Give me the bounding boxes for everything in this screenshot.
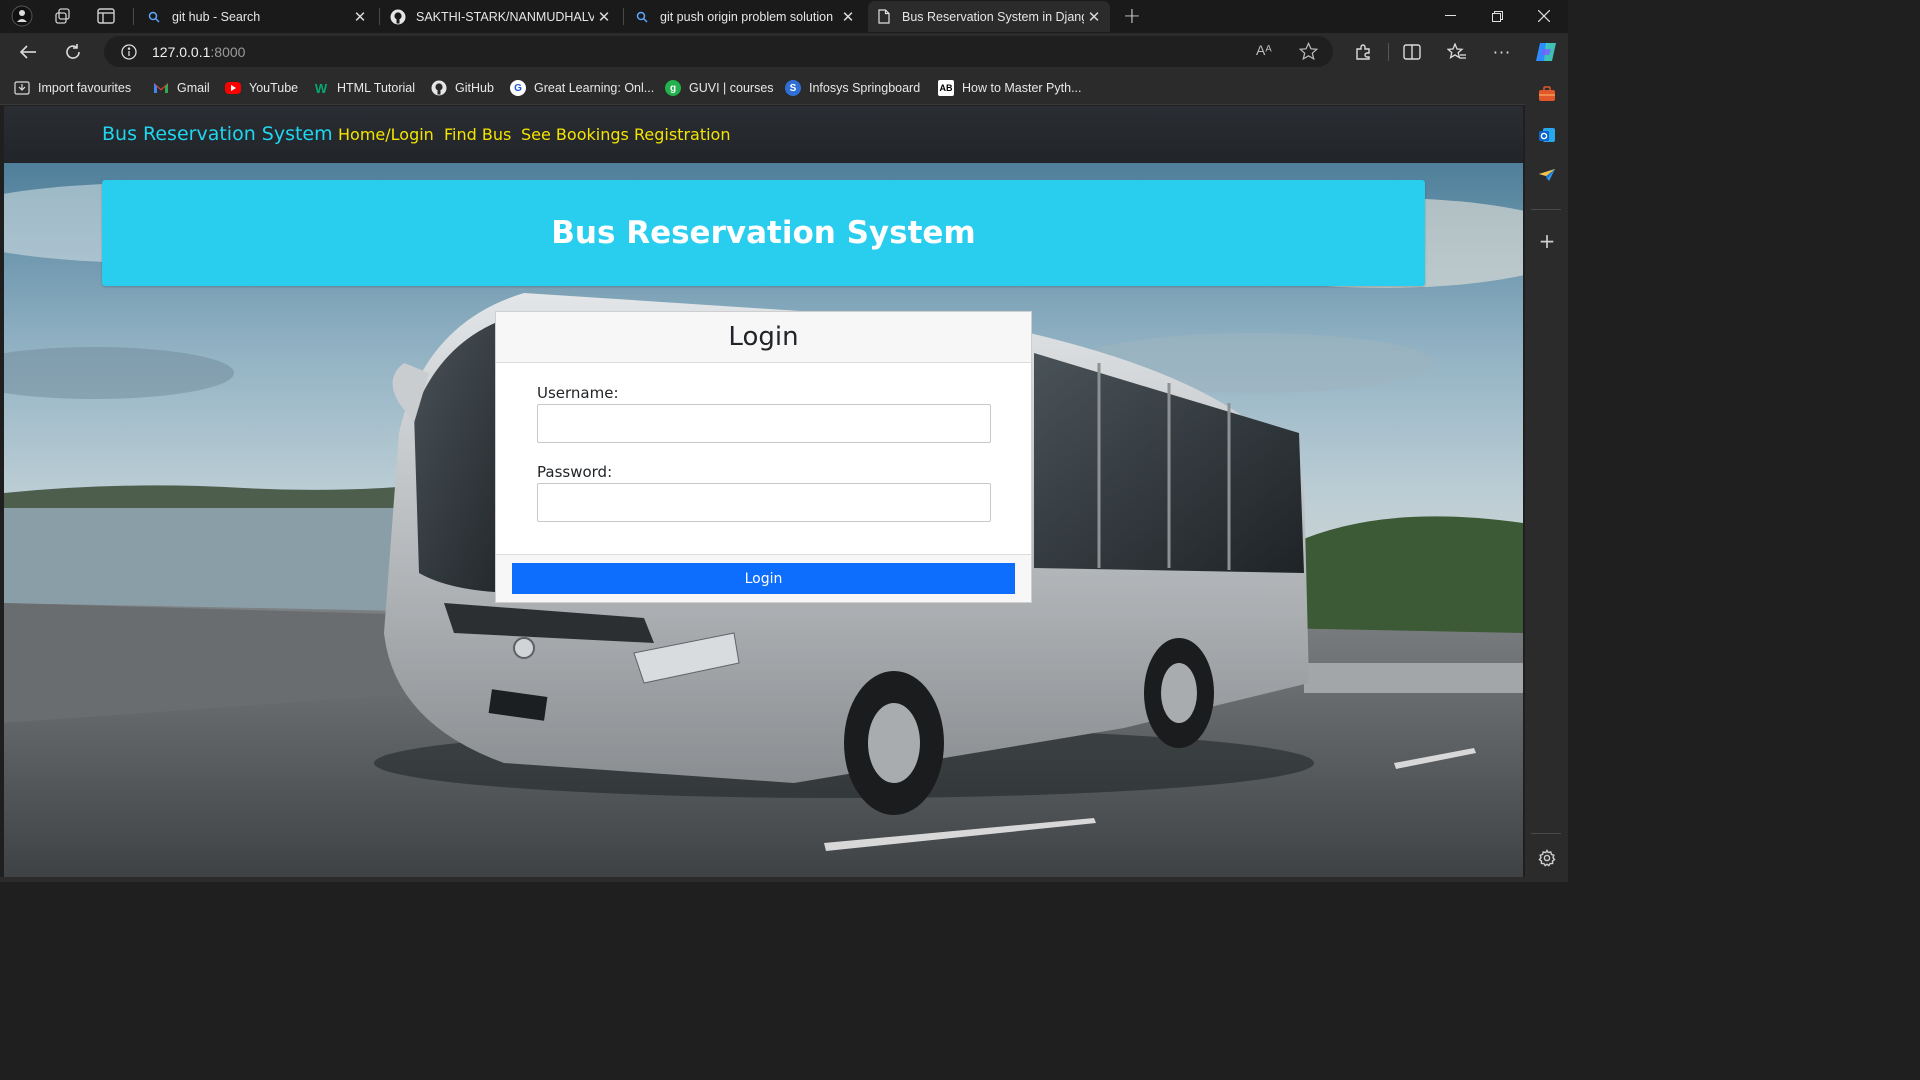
- username-label: Username:: [537, 384, 619, 402]
- bookmark-great-learning[interactable]: G Great Learning: Onl...: [510, 77, 654, 99]
- infosys-icon: S: [785, 80, 801, 96]
- bookmark-infosys-springboard[interactable]: S Infosys Springboard: [785, 77, 920, 99]
- workspaces-icon[interactable]: [50, 4, 76, 28]
- guvi-icon: g: [665, 80, 681, 96]
- page-title: Bus Reservation System: [551, 215, 976, 251]
- bookmark-label: Infosys Springboard: [809, 81, 921, 95]
- great-learning-icon: G: [510, 80, 526, 96]
- tab-title: git hub - Search: [172, 9, 261, 24]
- bookmark-label: HTML Tutorial: [337, 81, 416, 95]
- bookmark-label: YouTube: [249, 81, 299, 95]
- close-window-icon[interactable]: [1521, 0, 1567, 32]
- tools-icon[interactable]: [1536, 83, 1558, 105]
- bookmark-guvi[interactable]: g GUVI | courses: [665, 77, 774, 99]
- sidebar-divider: [1531, 209, 1561, 210]
- bookmark-label: How to Master Pyth...: [962, 81, 1082, 95]
- ab-icon: AB: [938, 80, 954, 96]
- bookmark-html-tutorial[interactable]: W HTML Tutorial: [313, 77, 415, 99]
- sidebar-divider: [1531, 833, 1561, 834]
- favourites-icon[interactable]: [1441, 37, 1473, 67]
- github-icon: [390, 9, 406, 25]
- refresh-icon[interactable]: [57, 37, 89, 67]
- tab-separator: [379, 8, 380, 25]
- edge-sidebar: +: [1525, 71, 1568, 882]
- close-icon[interactable]: ✕: [594, 7, 614, 27]
- tab-title: Bus Reservation System in Django: [902, 9, 1084, 24]
- search-icon: [634, 9, 650, 25]
- w3schools-icon: W: [314, 80, 328, 96]
- tab-separator: [133, 8, 134, 25]
- search-icon: [146, 9, 162, 25]
- login-card-header: Login: [496, 312, 1031, 363]
- page-viewport: Bus Reservation System Home/Login Find B…: [4, 106, 1523, 877]
- extensions-icon[interactable]: [1347, 37, 1379, 67]
- bookmark-label: GitHub: [455, 81, 494, 95]
- bookmark-github[interactable]: GitHub: [431, 77, 494, 99]
- split-screen-icon[interactable]: [1396, 37, 1428, 67]
- copilot-icon[interactable]: [1530, 37, 1562, 67]
- minimize-icon[interactable]: [1427, 0, 1473, 32]
- toolbar-separator: [1388, 43, 1389, 61]
- username-input[interactable]: [537, 404, 991, 443]
- favourite-star-icon[interactable]: [1298, 41, 1319, 64]
- gmail-icon: [153, 80, 169, 96]
- bookmark-how-to-master-python[interactable]: AB How to Master Pyth...: [938, 77, 1081, 99]
- navbar-brand[interactable]: Bus Reservation System: [102, 123, 333, 145]
- bookmark-gmail[interactable]: Gmail: [153, 77, 210, 99]
- tab-separator: [623, 8, 624, 25]
- page-icon: [876, 9, 892, 25]
- bookmark-import-favourites[interactable]: Import favourites: [14, 77, 131, 99]
- login-card: Login Username: Password: Login: [495, 311, 1032, 603]
- outlook-icon[interactable]: [1536, 124, 1558, 146]
- nav-link-registration[interactable]: Registration: [634, 125, 730, 144]
- restore-icon[interactable]: [1474, 0, 1520, 32]
- nav-link-home-login[interactable]: Home/Login: [338, 125, 434, 144]
- login-button[interactable]: Login: [512, 563, 1015, 594]
- tab-git-hub-search[interactable]: git hub - Search ✕: [138, 1, 376, 32]
- url-host: 127.0.0.1: [152, 43, 211, 60]
- new-tab-icon[interactable]: +: [1119, 4, 1145, 29]
- address-bar[interactable]: 127.0.0.1:8000 Aᴬ: [104, 36, 1333, 67]
- read-aloud-icon[interactable]: Aᴬ: [1256, 42, 1272, 58]
- password-input[interactable]: [537, 483, 991, 522]
- close-icon[interactable]: ✕: [838, 7, 858, 27]
- gear-icon[interactable]: [1536, 847, 1558, 869]
- tab-github-repo[interactable]: SAKTHI-STARK/NANMUDHALVAN ✕: [382, 1, 620, 32]
- bookmark-label: Import favourites: [38, 81, 132, 95]
- send-icon[interactable]: [1536, 164, 1558, 186]
- browser-tab-strip: git hub - Search ✕ SAKTHI-STARK/NANMUDHA…: [0, 0, 1568, 33]
- nav-link-find-bus[interactable]: Find Bus: [444, 125, 511, 144]
- more-options-icon[interactable]: ···: [1486, 37, 1518, 67]
- close-icon[interactable]: ✕: [1084, 7, 1104, 27]
- bookmarks-bar: Import favourites Gmail YouTube W HTML T…: [0, 71, 1568, 105]
- password-label: Password:: [537, 463, 613, 481]
- login-title: Login: [728, 322, 799, 352]
- url-port: :8000: [210, 43, 246, 60]
- tab-title: SAKTHI-STARK/NANMUDHALVAN: [416, 9, 594, 24]
- site-navbar: Bus Reservation System Home/Login Find B…: [4, 106, 1523, 163]
- site-info-icon[interactable]: [120, 43, 138, 61]
- add-icon[interactable]: +: [1536, 229, 1558, 253]
- tab-bus-reservation[interactable]: Bus Reservation System in Django ✕: [868, 1, 1110, 32]
- bookmark-label: GUVI | courses: [689, 81, 774, 95]
- profile-icon[interactable]: [9, 4, 35, 28]
- browser-toolbar: 127.0.0.1:8000 Aᴬ ···: [0, 33, 1568, 71]
- close-icon[interactable]: ✕: [350, 7, 370, 27]
- login-card-footer: Login: [496, 554, 1031, 602]
- window-bottom-edge: [0, 877, 1525, 882]
- bookmark-label: Gmail: [177, 81, 210, 95]
- import-icon: [14, 80, 30, 96]
- youtube-icon: [225, 82, 241, 94]
- back-icon[interactable]: [12, 37, 44, 67]
- bookmark-label: Great Learning: Onl...: [534, 81, 655, 95]
- tab-title: git push origin problem solution: [660, 9, 834, 24]
- github-icon: [431, 80, 447, 96]
- bookmark-youtube[interactable]: YouTube: [225, 77, 298, 99]
- page-title-banner: Bus Reservation System: [102, 180, 1425, 286]
- nav-link-see-bookings[interactable]: See Bookings: [521, 125, 629, 144]
- tab-git-push-solution[interactable]: git push origin problem solution ✕: [626, 1, 864, 32]
- vertical-tabs-icon[interactable]: [93, 4, 119, 28]
